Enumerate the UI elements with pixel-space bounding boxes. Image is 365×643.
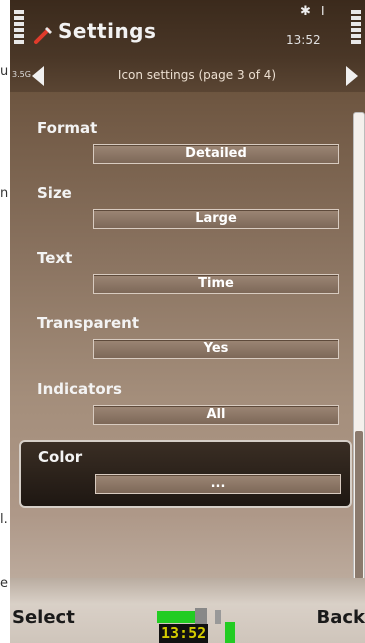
clock-widget: 13:52 bbox=[147, 608, 237, 643]
widget-time: 13:52 bbox=[159, 624, 209, 643]
battery-icon bbox=[351, 10, 361, 48]
title-bar: Settings ✱ I 13:52 bbox=[10, 0, 365, 58]
page-title: Settings bbox=[58, 19, 157, 43]
edge-text: u bbox=[0, 64, 9, 79]
scrollbar-thumb[interactable] bbox=[355, 431, 363, 579]
setting-value-field[interactable]: ... bbox=[95, 474, 341, 494]
phone-screen: Settings ✱ I 13:52 3.5G Icon settings (p… bbox=[10, 0, 365, 643]
settings-app-icon bbox=[34, 27, 52, 44]
setting-color[interactable]: Color ... bbox=[19, 440, 352, 508]
setting-label: Transparent bbox=[37, 314, 139, 332]
setting-label: Indicators bbox=[37, 380, 122, 398]
next-page-arrow-icon[interactable] bbox=[346, 66, 358, 86]
bluetooth-icon: ✱ bbox=[300, 4, 311, 19]
setting-text[interactable]: Text Time bbox=[10, 245, 350, 309]
setting-size[interactable]: Size Large bbox=[10, 180, 350, 244]
setting-label: Color bbox=[38, 448, 83, 466]
setting-indicators[interactable]: Indicators All bbox=[10, 376, 350, 440]
edge-text: e bbox=[0, 576, 8, 591]
signal-strength-icon bbox=[14, 10, 24, 48]
setting-label: Format bbox=[37, 119, 98, 137]
setting-value-field[interactable]: Time bbox=[93, 274, 339, 294]
previous-page-arrow-icon[interactable] bbox=[32, 66, 44, 86]
clock: 13:52 bbox=[286, 33, 321, 47]
profile-icon: I bbox=[321, 4, 325, 18]
page-navigation: 3.5G Icon settings (page 3 of 4) bbox=[10, 58, 365, 92]
setting-value-field[interactable]: Yes bbox=[93, 339, 339, 359]
edge-text: n bbox=[0, 186, 9, 201]
setting-format[interactable]: Format Detailed bbox=[10, 115, 350, 179]
setting-value-field[interactable]: Large bbox=[93, 209, 339, 229]
setting-label: Text bbox=[37, 249, 73, 267]
setting-transparent[interactable]: Transparent Yes bbox=[10, 310, 350, 374]
edge-text: l. bbox=[0, 512, 8, 527]
select-softkey[interactable]: Select bbox=[12, 607, 75, 628]
setting-label: Size bbox=[37, 184, 72, 202]
scrollbar[interactable] bbox=[353, 112, 365, 582]
network-badge: 3.5G bbox=[12, 70, 31, 79]
softkey-bar: Select 13:52 Back bbox=[10, 578, 365, 643]
setting-value-field[interactable]: Detailed bbox=[93, 144, 339, 164]
setting-value-field[interactable]: All bbox=[93, 405, 339, 425]
back-softkey[interactable]: Back bbox=[316, 607, 365, 628]
page-subtitle: Icon settings (page 3 of 4) bbox=[117, 68, 277, 82]
